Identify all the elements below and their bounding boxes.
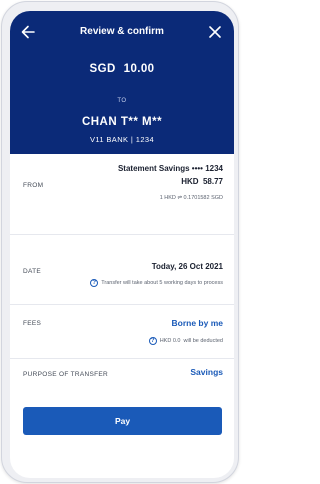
purpose-selector[interactable]: Savings — [190, 367, 223, 377]
pay-button[interactable]: Pay — [23, 407, 222, 435]
from-label: FROM — [23, 182, 44, 189]
fees-deduction-note: ? HKD 0.0 will be deducted — [148, 337, 223, 345]
close-icon — [209, 26, 221, 38]
processing-time-text: Transfer will take about 5 working days … — [101, 280, 223, 286]
processing-time-note: ? Transfer will take about 5 working day… — [90, 279, 223, 287]
fees-section: FEES Borne by me ? HKD 0.0 will be deduc… — [10, 304, 234, 359]
fees-selector[interactable]: Borne by me — [172, 318, 224, 328]
date-label: DATE — [23, 268, 42, 275]
transfer-amount: SGD 10.00 — [10, 63, 234, 75]
fees-label: FEES — [23, 320, 42, 327]
fees-deduction-text: HKD 0.0 will be deducted — [159, 338, 223, 344]
page-title: Review & confirm — [80, 26, 164, 37]
transfer-date: Today, 26 Oct 2021 — [151, 262, 223, 271]
info-icon[interactable]: ? — [90, 279, 99, 287]
converted-amount: HKD 58.77 — [181, 177, 223, 186]
from-account: Statement Savings •••• 1234 — [117, 164, 223, 173]
payee-name: CHAN T** M** — [81, 116, 163, 128]
amount-value: 10.00 — [123, 63, 155, 75]
date-section: DATE Today, 26 Oct 2021 ? Transfer will … — [10, 234, 234, 305]
phone-frame: Review & confirm SGD 10.00 TO CHAN T** M*… — [1, 1, 239, 483]
purpose-label: PURPOSE OF TRANSFER — [23, 371, 109, 378]
to-label: TO — [117, 98, 127, 104]
payee-bank-account: V11 BANK | 1234 — [89, 135, 155, 144]
review-header: Review & confirm SGD 10.00 TO CHAN T** M*… — [10, 11, 234, 154]
exchange-rate: 1 HKD ⇌ 0.1701582 SGD — [159, 195, 223, 201]
info-icon[interactable]: ? — [148, 337, 157, 345]
app-screen: Review & confirm SGD 10.00 TO CHAN T** M*… — [10, 11, 234, 478]
amount-currency: SGD — [89, 63, 116, 75]
from-section: FROM Statement Savings •••• 1234 HKD 58.… — [10, 154, 234, 235]
close-button[interactable] — [205, 22, 225, 42]
purpose-section: PURPOSE OF TRANSFER Savings — [10, 358, 234, 394]
